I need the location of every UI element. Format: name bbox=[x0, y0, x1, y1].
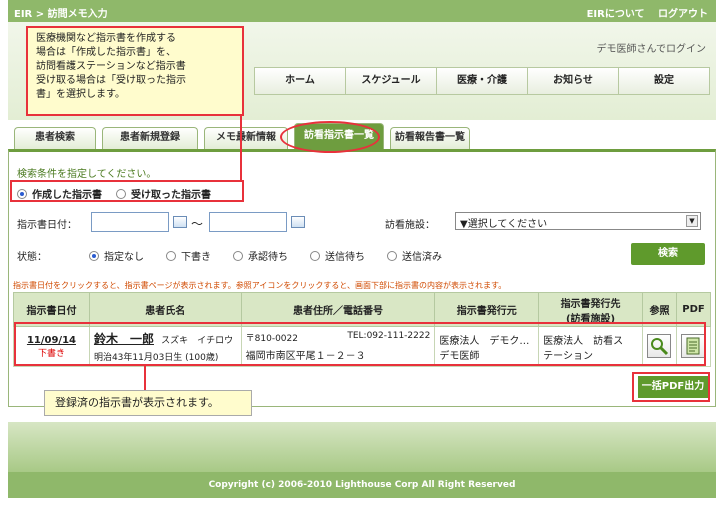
date-range-tilde: 〜 bbox=[191, 217, 204, 231]
highlight-result-row bbox=[14, 322, 706, 366]
calendar-icon[interactable] bbox=[291, 216, 305, 228]
date-label: 指示書日付： bbox=[17, 220, 77, 231]
login-status: デモ医師さんでログイン bbox=[596, 44, 707, 55]
breadcrumb: EIR > 訪問メモ入力 bbox=[14, 9, 108, 20]
radio-draft[interactable] bbox=[166, 250, 176, 261]
highlight-active-tab bbox=[280, 121, 380, 153]
tab-patient-search[interactable]: 患者検索 bbox=[14, 127, 96, 149]
date-to-input[interactable] bbox=[209, 212, 287, 232]
callout-line: 場合は「作成した指示書」を、 bbox=[36, 47, 176, 58]
status-label: 状態： bbox=[17, 252, 47, 263]
nav-settings[interactable]: 設定 bbox=[619, 68, 709, 94]
calendar-icon[interactable] bbox=[173, 216, 187, 228]
footer-decor bbox=[8, 422, 716, 472]
status-sent-label: 送信済み bbox=[402, 252, 442, 263]
callout-connector bbox=[144, 366, 146, 392]
status-send-wait-label: 送信待ち bbox=[325, 252, 365, 263]
facility-select[interactable]: ▼選択してください ▼ bbox=[455, 212, 701, 230]
tab-memo-latest[interactable]: メモ最新情報 bbox=[204, 127, 288, 149]
status-draft-option[interactable]: 下書き bbox=[166, 248, 211, 263]
chevron-down-icon: ▼ bbox=[686, 215, 698, 227]
search-button[interactable]: 検索 bbox=[631, 243, 705, 265]
col-destination-label: 指示書発行先 bbox=[560, 298, 621, 310]
main-nav: ホーム スケジュール 医療・介護 お知らせ 設定 bbox=[254, 67, 710, 95]
radio-send-wait[interactable] bbox=[310, 250, 320, 261]
status-none-label: 指定なし bbox=[104, 252, 144, 263]
about-link[interactable]: EIRについて bbox=[587, 9, 645, 20]
radio-sent[interactable] bbox=[387, 250, 397, 261]
footer: Copyright (c) 2006-2010 Lighthouse Corp … bbox=[8, 472, 716, 498]
highlight-type-radios bbox=[10, 180, 244, 202]
callout-line: 受け取る場合は「受け取った指示 bbox=[36, 75, 186, 86]
nav-schedule[interactable]: スケジュール bbox=[346, 68, 437, 94]
search-instruction: 検索条件を指定してください。 bbox=[17, 169, 157, 180]
callout-type-help: 医療機関など指示書を作成する 場合は「作成した指示書」を、 訪問看護ステーション… bbox=[26, 26, 244, 116]
top-links: EIRについて ログアウト bbox=[577, 5, 708, 20]
status-pending-option[interactable]: 承認待ち bbox=[233, 248, 288, 263]
nav-notices[interactable]: お知らせ bbox=[528, 68, 619, 94]
usage-note: 指示書日付をクリックすると、指示書ページが表示されます。参照アイコンをクリックす… bbox=[13, 281, 507, 290]
date-from-input[interactable] bbox=[91, 212, 169, 232]
tab-report-list[interactable]: 訪看報告書一覧 bbox=[390, 127, 470, 149]
highlight-bulk-pdf bbox=[632, 372, 710, 402]
facility-selected: ▼選択してください bbox=[460, 219, 548, 230]
radio-none[interactable] bbox=[89, 250, 99, 261]
top-bar: EIR > 訪問メモ入力 EIRについて ログアウト bbox=[8, 0, 716, 22]
logout-link[interactable]: ログアウト bbox=[658, 9, 708, 20]
nav-medical-care[interactable]: 医療・介護 bbox=[437, 68, 528, 94]
radio-pending[interactable] bbox=[233, 250, 243, 261]
status-radio-group: 指定なし 下書き 承認待ち 送信待ち 送信済み bbox=[89, 248, 464, 263]
tab-new-patient[interactable]: 患者新規登録 bbox=[102, 127, 198, 149]
callout-line: 書」を選択します。 bbox=[36, 89, 125, 100]
status-sent-option[interactable]: 送信済み bbox=[387, 248, 442, 263]
status-draft-label: 下書き bbox=[181, 252, 211, 263]
status-send-wait-option[interactable]: 送信待ち bbox=[310, 248, 365, 263]
callout-line: 医療機関など指示書を作成する bbox=[36, 33, 176, 44]
status-pending-label: 承認待ち bbox=[248, 252, 288, 263]
callout-connector bbox=[240, 116, 242, 182]
callout-registered-help: 登録済の指示書が表示されます。 bbox=[44, 390, 252, 416]
nav-home[interactable]: ホーム bbox=[255, 68, 346, 94]
facility-label: 訪看施設： bbox=[385, 220, 435, 231]
callout-line: 訪問看護ステーションなど指示書 bbox=[36, 61, 186, 72]
status-none-option[interactable]: 指定なし bbox=[89, 248, 144, 263]
